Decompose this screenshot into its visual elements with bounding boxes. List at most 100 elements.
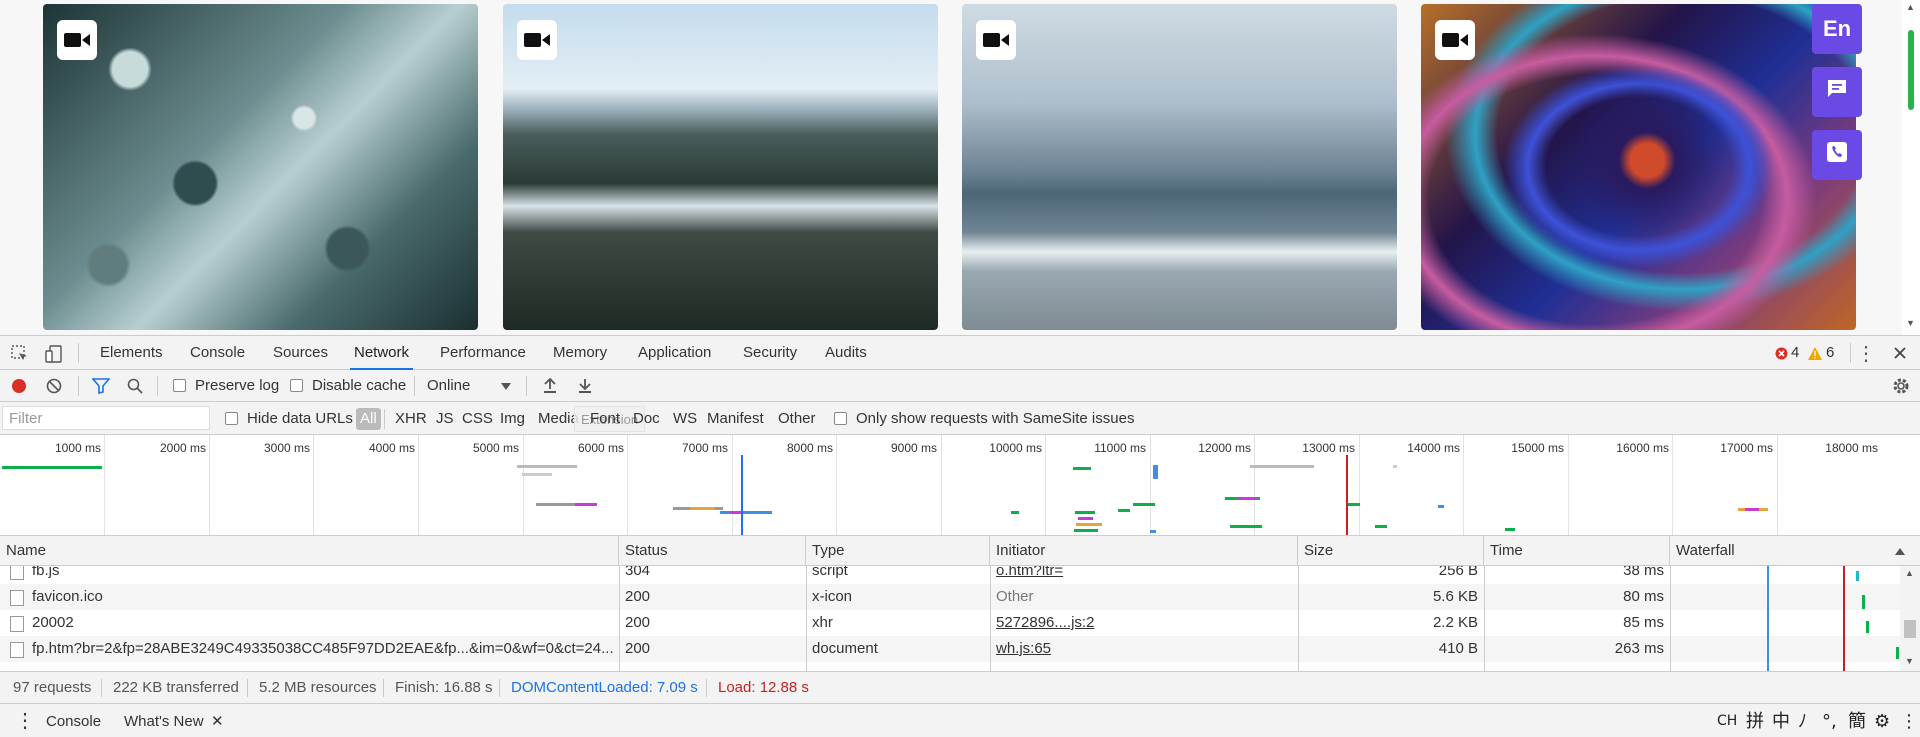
column-time[interactable]: Time [1484,536,1670,566]
filter-icon[interactable] [92,378,110,394]
tab-console[interactable]: Console [186,336,249,370]
phone-button[interactable] [1812,130,1862,180]
filter-type-doc[interactable]: Doc [633,402,660,435]
tab-performance[interactable]: Performance [436,336,530,370]
table-row[interactable]: favicon.ico 200 x-icon Other 5.6 KB 80 m… [0,584,1900,610]
ime-pinyin-icon[interactable]: 拼 [1746,704,1764,737]
scroll-up-icon[interactable]: ▲ [1906,2,1915,12]
clear-icon[interactable] [46,378,62,394]
tab-security[interactable]: Security [739,336,801,370]
column-status[interactable]: Status [619,536,806,566]
scroll-down-icon[interactable]: ▼ [1906,318,1915,328]
video-tile-3[interactable] [962,4,1397,330]
table-row[interactable]: fb.js 304 script o.htm?ltr= 256 B 38 ms [0,566,1900,584]
filter-type-css[interactable]: CSS [462,402,493,435]
warning-count[interactable]: 6 [1826,336,1834,370]
filter-type-img[interactable]: Img [500,402,525,435]
ime-moon-icon[interactable]: ﾉ [1798,704,1807,737]
column-waterfall[interactable]: Waterfall [1670,536,1900,566]
throttling-select[interactable]: Online [427,370,470,402]
error-icon[interactable] [1774,346,1788,360]
tab-sources[interactable]: Sources [269,336,332,370]
warning-icon[interactable] [1808,346,1822,360]
ime-simplified-icon[interactable]: 簡 [1848,704,1866,737]
scroll-thumb[interactable] [1904,620,1916,638]
video-tile-2[interactable] [503,4,938,330]
chevron-down-icon[interactable] [500,380,512,392]
sort-ascending-icon[interactable] [1894,546,1906,556]
tab-memory[interactable]: Memory [549,336,611,370]
timeline-bar [1074,529,1098,532]
filter-type-other[interactable]: Other [778,402,816,435]
preserve-log-label[interactable]: Preserve log [195,370,279,402]
page-scrollbar[interactable]: ▲ ▼ [1902,0,1920,335]
filter-type-ws[interactable]: WS [673,402,697,435]
request-time: 263 ms [1614,640,1664,657]
request-initiator: Other [996,588,1034,605]
request-time: 38 ms [1623,566,1664,579]
filter-type-font[interactable]: Font [590,402,620,435]
inspect-element-icon[interactable] [10,344,30,364]
column-size[interactable]: Size [1298,536,1484,566]
hide-data-urls-label[interactable]: Hide data URLs [247,402,353,435]
filter-input[interactable] [2,406,210,430]
more-options-icon[interactable]: ⋮ [1856,343,1876,365]
filter-type-js[interactable]: JS [436,402,454,435]
request-name[interactable]: fp.htm?br=2&fp=28ABE3249C49335038CC485F9… [26,636,616,662]
ime-language[interactable]: CH [1717,704,1737,737]
preserve-log-checkbox[interactable] [173,379,186,392]
ime-chinese-mode[interactable]: 中 [1772,704,1790,737]
close-devtools-icon[interactable] [1890,343,1910,363]
request-initiator[interactable]: 5272896....js:2 [990,610,1298,636]
drawer-tab-whats-new[interactable]: What's New [124,704,204,737]
disable-cache-label[interactable]: Disable cache [312,370,406,402]
samesite-checkbox[interactable] [834,412,847,425]
scroll-thumb[interactable] [1908,30,1914,110]
tab-network[interactable]: Network [350,336,414,370]
drawer-tab-console[interactable]: Console [46,704,101,737]
close-tab-icon[interactable]: ✕ [211,704,224,737]
video-tile-4[interactable] [1421,4,1856,330]
ime-more-icon[interactable]: ⋮ [1900,704,1918,737]
column-type[interactable]: Type [806,536,990,566]
filter-type-all[interactable]: All [356,408,381,430]
column-name[interactable]: Name [0,536,619,566]
filter-type-media[interactable]: Media [538,402,579,435]
request-name[interactable]: favicon.ico [26,584,616,610]
scroll-up-icon[interactable]: ▲ [1905,568,1914,578]
table-scrollbar[interactable]: ▲ ▼ [1900,566,1920,671]
network-settings-gear-icon[interactable] [1891,376,1911,396]
scroll-down-icon[interactable]: ▼ [1905,656,1914,666]
request-name[interactable]: 20002 [26,610,616,636]
disable-cache-checkbox[interactable] [290,379,303,392]
timeline-overview[interactable]: 1000 ms 2000 ms 3000 ms 4000 ms 5000 ms … [0,435,1920,536]
request-initiator[interactable]: wh.js:65 [990,636,1298,662]
tab-elements[interactable]: Elements [96,336,167,370]
filter-type-xhr[interactable]: XHR [395,402,427,435]
video-tile-1[interactable] [43,4,478,330]
filter-type-manifest[interactable]: Manifest [707,402,764,435]
drawer-menu-icon[interactable]: ⋮ [15,704,35,737]
hide-data-urls-checkbox[interactable] [225,412,238,425]
export-har-icon[interactable] [577,377,593,395]
request-initiator[interactable]: o.htm?ltr= [990,566,1298,584]
request-name[interactable]: fb.js [26,566,616,584]
device-toolbar-icon[interactable] [44,344,64,364]
language-button[interactable]: En [1812,4,1862,54]
tab-application[interactable]: Application [634,336,715,370]
column-initiator[interactable]: Initiator [990,536,1298,566]
waterfall-bar [1856,571,1859,581]
table-row[interactable]: 20002 200 xhr 5272896....js:2 2.2 KB 85 … [0,610,1900,636]
timeline-bar [1438,505,1444,508]
tab-audits[interactable]: Audits [821,336,871,370]
ime-punctuation-icon[interactable]: °, [1822,704,1837,737]
error-count[interactable]: 4 [1791,336,1799,370]
samesite-label[interactable]: Only show requests with SameSite issues [856,402,1134,435]
search-icon[interactable] [127,378,143,394]
video-camera-icon [517,20,557,60]
record-icon[interactable] [11,378,27,394]
chat-button[interactable] [1812,67,1862,117]
import-har-icon[interactable] [542,377,558,395]
table-row[interactable]: fp.htm?br=2&fp=28ABE3249C49335038CC485F9… [0,636,1900,662]
ime-settings-icon[interactable]: ⚙ [1874,704,1890,737]
